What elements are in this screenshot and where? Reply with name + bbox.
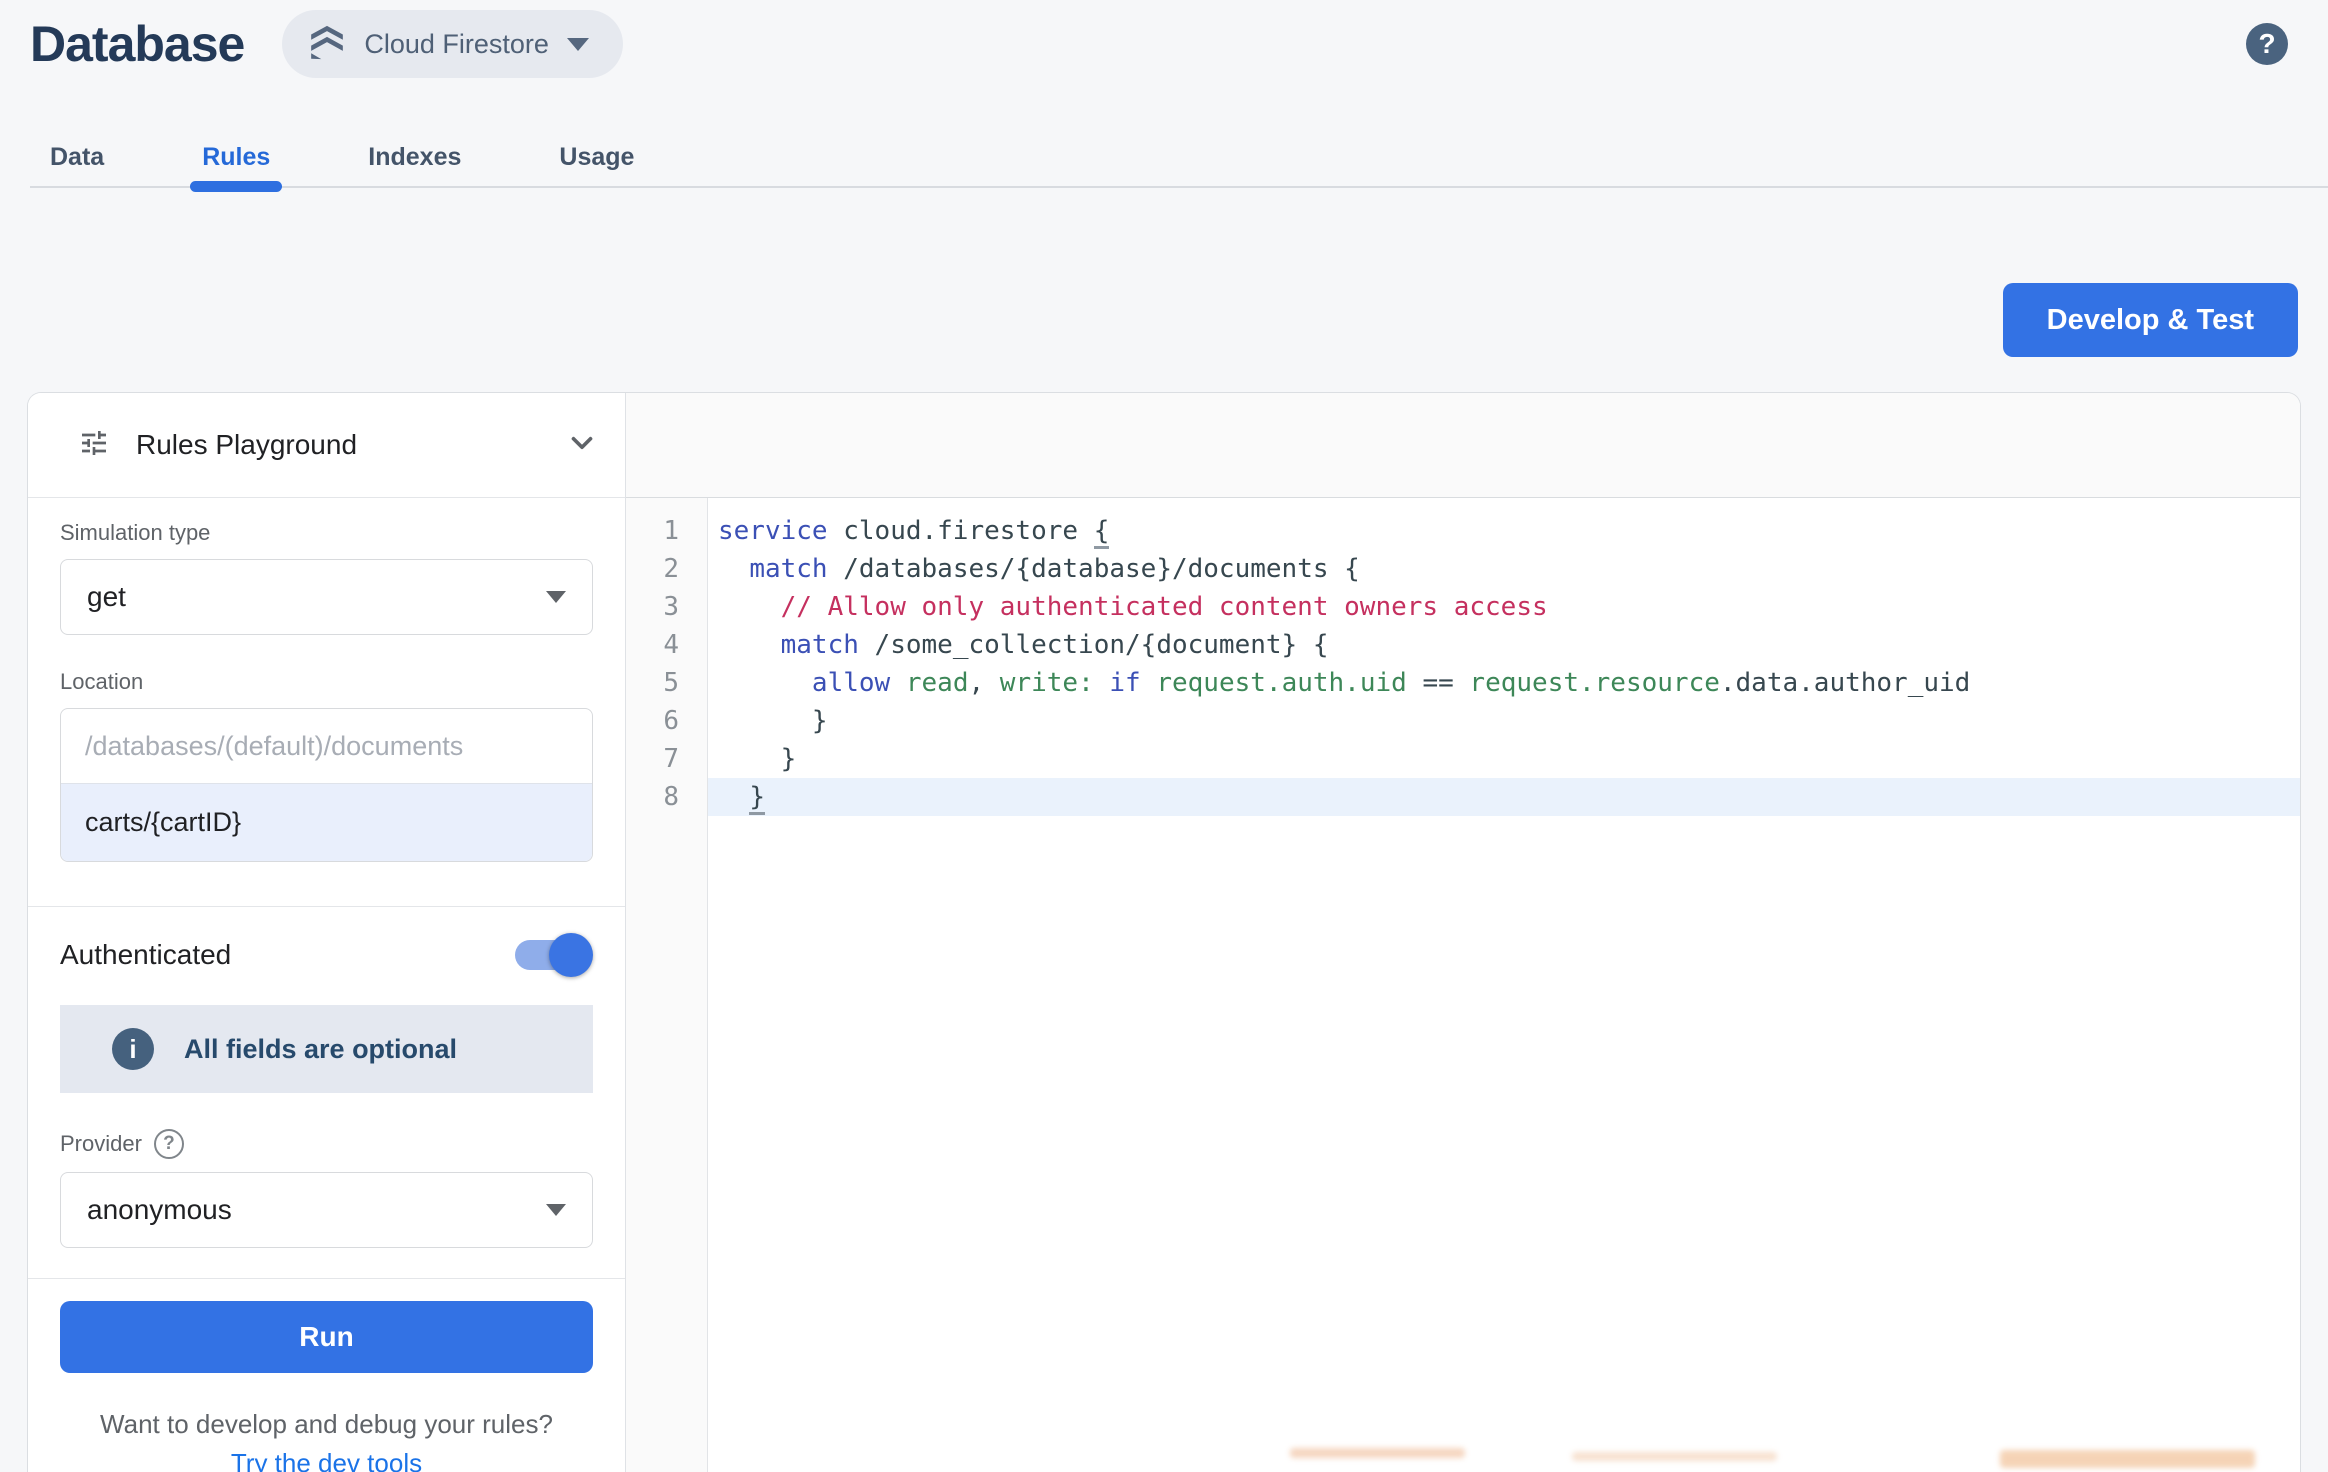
tab-label: Data <box>50 143 104 172</box>
code-token: if <box>1109 668 1140 698</box>
code-token: } <box>749 782 765 815</box>
line-number: 8 <box>626 778 679 816</box>
info-icon: i <box>112 1028 154 1070</box>
code-token <box>718 782 749 812</box>
code-token <box>1094 668 1110 698</box>
authenticated-toggle[interactable] <box>515 940 587 970</box>
page-title: Database <box>30 15 244 73</box>
code-token: read <box>906 668 969 698</box>
tab-rules[interactable]: Rules <box>202 128 270 186</box>
chevron-down-icon <box>567 38 589 51</box>
code-token: // Allow only authenticated content owne… <box>781 592 1548 622</box>
tab-label: Indexes <box>368 143 461 172</box>
code-token: match <box>749 554 827 584</box>
tab-bar: Data Rules Indexes Usage <box>30 128 2328 188</box>
rules-card: Rules Playground Simulation type get Loc… <box>27 392 2301 1472</box>
code-line[interactable]: } <box>708 702 2300 740</box>
tab-label: Rules <box>202 143 270 172</box>
tab-label: Usage <box>559 143 634 172</box>
product-selector-pill[interactable]: Cloud Firestore <box>282 10 623 78</box>
firestore-icon <box>308 23 346 66</box>
develop-and-test-button[interactable]: Develop & Test <box>2003 283 2298 357</box>
simulation-type-select[interactable]: get <box>60 559 593 635</box>
code-token: , <box>968 668 999 698</box>
provider-label: Provider <box>60 1131 142 1157</box>
location-label: Location <box>60 669 593 695</box>
location-input[interactable]: /databases/(default)/documents <box>61 709 592 783</box>
line-number: 5 <box>626 664 679 702</box>
rules-playground-header[interactable]: Rules Playground <box>28 393 625 498</box>
simulation-section: Simulation type get Location /databases/… <box>28 498 625 862</box>
dropdown-caret-icon <box>546 591 566 603</box>
code-token: allow <box>812 668 890 698</box>
code-line[interactable]: match /some_collection/{document} { <box>708 626 2300 664</box>
run-section: Run Want to develop and debug your rules… <box>28 1279 625 1472</box>
code-token <box>1141 668 1157 698</box>
code-token <box>718 668 812 698</box>
code-token: cloud.firestore <box>828 516 1094 546</box>
code-token: == <box>1407 668 1470 698</box>
app-header: Database Cloud Firestore ? <box>30 10 2298 78</box>
code-line[interactable]: allow read, write: if request.auth.uid =… <box>708 664 2300 702</box>
code-token: { <box>1094 516 1110 549</box>
code-token: .data.author_uid <box>1720 668 1970 698</box>
tab-indexes[interactable]: Indexes <box>368 128 461 186</box>
tab-data[interactable]: Data <box>50 128 104 186</box>
line-number: 6 <box>626 702 679 740</box>
provider-select[interactable]: anonymous <box>60 1172 593 1248</box>
dropdown-caret-icon <box>546 1204 566 1216</box>
dev-tools-link[interactable]: Try the dev tools <box>231 1448 422 1472</box>
auth-section: Authenticated i All fields are optional … <box>28 907 625 1278</box>
dev-tools-question: Want to develop and debug your rules? <box>60 1409 593 1440</box>
code-token: service <box>718 516 828 546</box>
provider-value: anonymous <box>87 1194 232 1226</box>
code-token <box>718 630 781 660</box>
line-number: 1 <box>626 512 679 550</box>
code-line[interactable]: // Allow only authenticated content owne… <box>708 588 2300 626</box>
gutter: 12345678 <box>626 498 708 1472</box>
run-button[interactable]: Run <box>60 1301 593 1373</box>
rules-playground-title: Rules Playground <box>136 429 357 461</box>
active-tab-underline <box>190 181 282 192</box>
line-number: 7 <box>626 740 679 778</box>
line-number: 3 <box>626 588 679 626</box>
code-token: } <box>718 706 828 736</box>
collapse-chevron-icon[interactable] <box>565 426 599 465</box>
editor-toolbar <box>626 393 2300 498</box>
code-token: /some_collection/{document} { <box>859 630 1329 660</box>
code-area[interactable]: service cloud.firestore { match /databas… <box>708 498 2300 1472</box>
code-token <box>890 668 906 698</box>
product-selector-label: Cloud Firestore <box>364 29 549 60</box>
line-number: 2 <box>626 550 679 588</box>
code-token: /databases/{database}/documents { <box>828 554 1360 584</box>
toggle-thumb <box>549 933 593 977</box>
code-token: match <box>781 630 859 660</box>
line-number: 4 <box>626 626 679 664</box>
code-token: write: <box>1000 668 1094 698</box>
code-line[interactable]: service cloud.firestore { <box>708 512 2300 550</box>
authenticated-label: Authenticated <box>60 939 231 971</box>
help-icon[interactable]: ? <box>2246 23 2288 65</box>
info-banner-text: All fields are optional <box>184 1034 457 1065</box>
tab-usage[interactable]: Usage <box>559 128 634 186</box>
rules-playground-panel: Rules Playground Simulation type get Loc… <box>28 393 626 1472</box>
simulation-type-value: get <box>87 581 126 613</box>
code-token <box>718 592 781 622</box>
location-combo: /databases/(default)/documents carts/{ca… <box>60 708 593 862</box>
editor-body: 12345678 service cloud.firestore { match… <box>626 498 2300 1472</box>
code-token: request.resource <box>1469 668 1719 698</box>
rules-editor: 12345678 service cloud.firestore { match… <box>626 393 2300 1472</box>
code-line[interactable]: } <box>708 740 2300 778</box>
simulation-type-label: Simulation type <box>60 520 593 546</box>
info-banner: i All fields are optional <box>60 1005 593 1093</box>
code-token: } <box>718 744 796 774</box>
code-token <box>718 554 749 584</box>
code-line[interactable]: } <box>708 778 2300 816</box>
code-token: request.auth.uid <box>1156 668 1406 698</box>
code-line[interactable]: match /databases/{database}/documents { <box>708 550 2300 588</box>
provider-help-icon[interactable]: ? <box>154 1129 184 1159</box>
tune-icon <box>78 427 110 464</box>
location-value-row[interactable]: carts/{cartID} <box>61 783 592 861</box>
